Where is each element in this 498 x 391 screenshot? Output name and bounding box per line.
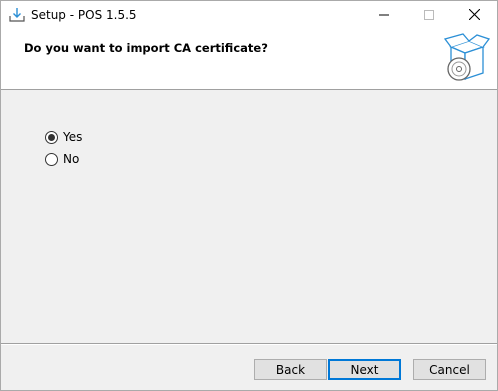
title-bar[interactable]: Setup - POS 1.5.5 [1,1,497,31]
radio-option-yes[interactable]: Yes [45,130,82,144]
wizard-header: Do you want to import CA certificate? [1,31,497,90]
setup-app-icon [9,7,25,23]
setup-window: Setup - POS 1.5.5 Do you want to import … [0,0,498,391]
minimize-button[interactable] [361,1,407,31]
back-button[interactable]: Back [254,359,327,380]
cancel-button[interactable]: Cancel [413,359,486,380]
close-icon [468,8,480,23]
maximize-icon [424,9,434,23]
radio-label-no[interactable]: No [63,152,79,166]
radio-button-yes[interactable] [45,130,58,144]
installer-box-disc-icon [439,33,493,87]
radio-option-no[interactable]: No [45,152,79,166]
window-title: Setup - POS 1.5.5 [31,8,137,22]
next-button[interactable]: Next [328,359,401,380]
minimize-icon [379,9,389,23]
radio-selected-dot [48,133,55,141]
close-button[interactable] [451,1,497,31]
footer-divider [1,343,497,345]
page-title: Do you want to import CA certificate? [24,41,268,55]
radio-label-yes[interactable]: Yes [63,130,82,144]
maximize-button [406,1,452,31]
radio-button-no[interactable] [45,152,58,166]
